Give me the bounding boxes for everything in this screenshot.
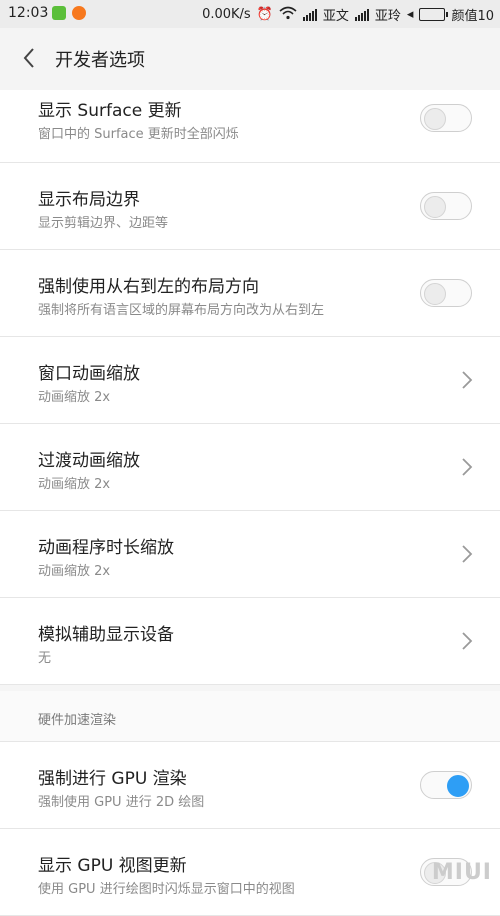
toggle-switch[interactable] <box>420 279 472 307</box>
setting-force-gpu-rendering[interactable]: 强制进行 GPU 渲染 强制使用 GPU 进行 2D 绘图 <box>0 742 500 829</box>
setting-animator-duration-scale[interactable]: 动画程序时长缩放 动画缩放 2x <box>0 511 500 598</box>
wifi-icon <box>279 6 297 24</box>
setting-subtitle: 强制将所有语言区域的屏幕布局方向改为从右到左 <box>38 303 325 318</box>
app-notification-icon <box>72 6 86 20</box>
setting-transition-animation-scale[interactable]: 过渡动画缩放 动画缩放 2x <box>0 424 500 511</box>
setting-simulate-secondary-display[interactable]: 模拟辅助显示设备 无 <box>0 598 500 685</box>
setting-show-gpu-view-updates[interactable]: 显示 GPU 视图更新 使用 GPU 进行绘图时闪烁显示窗口中的视图 <box>0 829 500 916</box>
section-label: 硬件加速渲染 <box>38 713 117 728</box>
setting-subtitle: 动画缩放 2x <box>38 477 111 492</box>
setting-subtitle: 无 <box>38 651 52 666</box>
charging-icon: ◂ <box>406 7 414 22</box>
settings-list: 显示 Surface 更新 窗口中的 Surface 更新时全部闪烁 显示布局边… <box>0 90 500 916</box>
page-title: 开发者选项 <box>55 50 145 71</box>
setting-show-surface-updates[interactable]: 显示 Surface 更新 窗口中的 Surface 更新时全部闪烁 <box>0 90 500 163</box>
toggle-knob <box>424 196 446 218</box>
setting-title: 显示 Surface 更新 <box>38 101 182 121</box>
toggle-knob <box>447 775 469 797</box>
setting-title: 动画程序时长缩放 <box>38 538 174 558</box>
toggle-switch[interactable] <box>420 192 472 220</box>
toggle-switch[interactable] <box>420 771 472 799</box>
miui-watermark: MIUI <box>431 860 492 885</box>
signal-icon <box>302 8 317 21</box>
setting-subtitle: 显示剪辑边界、边距等 <box>38 216 169 231</box>
setting-subtitle: 窗口中的 Surface 更新时全部闪烁 <box>38 127 239 142</box>
chevron-right-icon <box>460 543 474 565</box>
toggle-switch[interactable] <box>420 104 472 132</box>
setting-title: 强制进行 GPU 渲染 <box>38 769 187 789</box>
toggle-knob <box>424 283 446 305</box>
battery-label: 颜值10 <box>451 9 494 24</box>
section-header: 硬件加速渲染 <box>0 691 500 742</box>
setting-title: 显示 GPU 视图更新 <box>38 856 187 876</box>
status-bar: 12:03 0.00K/s ⏰ 亚文 亚玲 ◂ 颜值10 <box>0 0 500 28</box>
setting-subtitle: 使用 GPU 进行绘图时闪烁显示窗口中的视图 <box>38 882 295 897</box>
title-bar: 开发者选项 <box>0 28 500 91</box>
chevron-right-icon <box>460 456 474 478</box>
chevron-right-icon <box>460 369 474 391</box>
signal-icon-2 <box>354 8 369 21</box>
toggle-knob <box>424 108 446 130</box>
setting-title: 窗口动画缩放 <box>38 364 140 384</box>
notification-icon <box>52 6 66 20</box>
carrier-2: 亚玲 <box>374 9 401 24</box>
back-icon[interactable] <box>18 46 42 70</box>
setting-window-animation-scale[interactable]: 窗口动画缩放 动画缩放 2x <box>0 337 500 424</box>
setting-force-rtl[interactable]: 强制使用从右到左的布局方向 强制将所有语言区域的屏幕布局方向改为从右到左 <box>0 250 500 337</box>
battery-icon <box>419 8 449 21</box>
setting-show-layout-bounds[interactable]: 显示布局边界 显示剪辑边界、边距等 <box>0 163 500 250</box>
setting-subtitle: 动画缩放 2x <box>38 390 111 405</box>
setting-subtitle: 强制使用 GPU 进行 2D 绘图 <box>38 795 205 810</box>
chevron-right-icon <box>460 630 474 652</box>
setting-title: 强制使用从右到左的布局方向 <box>38 277 259 297</box>
network-speed: 0.00K/s <box>202 7 251 22</box>
alarm-icon: ⏰ <box>256 7 273 22</box>
setting-title: 过渡动画缩放 <box>38 451 140 471</box>
setting-subtitle: 动画缩放 2x <box>38 564 111 579</box>
carrier-1: 亚文 <box>322 9 349 24</box>
status-time: 12:03 <box>8 5 49 21</box>
setting-title: 显示布局边界 <box>38 190 140 210</box>
setting-title: 模拟辅助显示设备 <box>38 625 174 645</box>
